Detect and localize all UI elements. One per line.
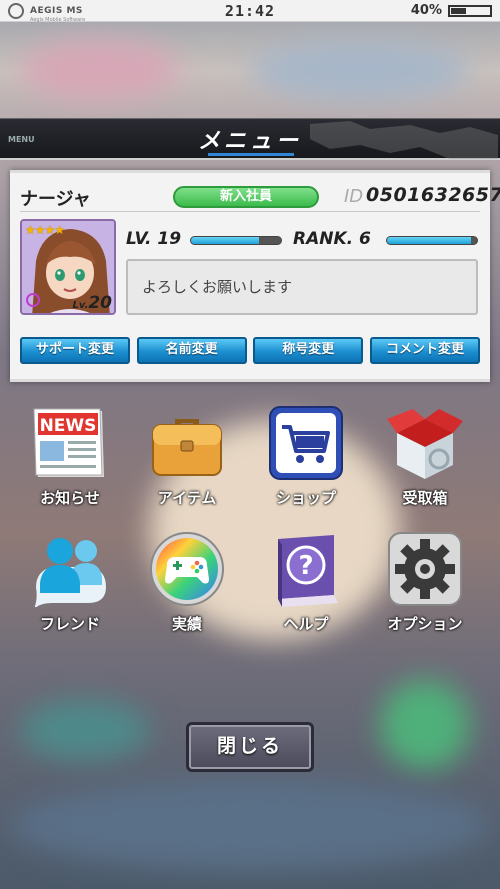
menu-item-label: 実績	[171, 615, 202, 633]
battery-percent: 40%	[410, 3, 442, 18]
level-progress-bar	[190, 236, 282, 245]
profile-buttons: サポート変更 名前変更 称号変更 コメント変更	[20, 337, 480, 364]
background-blur	[10, 780, 490, 870]
menu-header: MENU メニュー	[0, 118, 500, 160]
shopping-cart-icon	[268, 405, 344, 481]
svg-text:?: ?	[298, 551, 313, 581]
menu-item-friends[interactable]: フレンド	[20, 531, 120, 634]
rarity-stars: ★★★★	[25, 223, 65, 237]
change-title-button[interactable]: 称号変更	[253, 337, 364, 364]
avatar-level: Lv.20	[72, 293, 112, 313]
menu-item-shop[interactable]: ショップ	[256, 405, 356, 508]
menu-item-label: アイテム	[157, 489, 217, 507]
close-button[interactable]: 閉じる	[186, 722, 314, 772]
briefcase-icon	[149, 405, 225, 481]
help-book-icon: ?	[268, 531, 344, 607]
status-bar: AEGIS MS Aegis Mobile Software 21:42 40%	[0, 0, 500, 24]
menu-item-news[interactable]: NEWS お知らせ	[20, 405, 120, 508]
menu-item-inbox[interactable]: 受取箱	[375, 405, 475, 508]
gift-box-icon	[387, 405, 463, 481]
background-blur	[380, 680, 470, 770]
divider	[20, 211, 480, 212]
battery-fill	[451, 7, 467, 14]
player-name: ナージャ	[20, 189, 91, 210]
menu-item-label: ヘルプ	[283, 615, 329, 633]
brand-sub: Aegis Mobile Software	[30, 17, 86, 23]
friends-icon	[32, 531, 108, 609]
rank-label: RANK. 6	[293, 229, 371, 249]
avatar[interactable]: ★★★★ Lv.20	[20, 219, 116, 315]
level-progress-fill	[191, 237, 259, 244]
player-id: 0501632657	[366, 184, 500, 206]
page-title: メニュー	[197, 129, 302, 154]
background-blur	[250, 40, 470, 100]
menu-item-items[interactable]: アイテム	[137, 405, 237, 508]
background-blur	[20, 40, 180, 100]
menu-item-options[interactable]: オプション	[375, 531, 475, 634]
background-blur	[20, 700, 150, 760]
comment-box: よろしくお願いします	[126, 259, 478, 315]
svg-text:NEWS: NEWS	[40, 416, 97, 436]
brand: AEGIS MS Aegis Mobile Software	[30, 0, 86, 24]
menu-item-label: お知らせ	[40, 489, 100, 507]
change-support-button[interactable]: サポート変更	[20, 337, 130, 364]
gamepad-icon	[149, 531, 225, 607]
brand-logo-icon	[8, 2, 24, 19]
title-badge: 新入社員	[173, 186, 319, 208]
brand-name: AEGIS MS	[30, 6, 83, 16]
support-target-icon	[26, 293, 40, 307]
battery-icon	[448, 4, 492, 17]
menu-item-label: フレンド	[39, 615, 100, 633]
menu-item-label: オプション	[387, 615, 463, 633]
gear-icon	[387, 531, 463, 607]
change-name-button[interactable]: 名前変更	[136, 337, 247, 364]
profile-panel: ナージャ 新入社員 ID 0501632657 ★★★★ Lv.20 LV. 1…	[10, 170, 500, 382]
rank-progress-bar	[386, 236, 478, 245]
menu-item-achievements[interactable]: 実績	[137, 531, 237, 634]
level-label: LV. 19	[126, 229, 182, 249]
id-label: ID	[344, 186, 364, 207]
change-comment-button[interactable]: コメント変更	[369, 337, 480, 364]
rank-progress-fill	[387, 237, 471, 244]
menu-item-label: 受取箱	[402, 489, 448, 507]
menu-item-label: ショップ	[275, 489, 336, 507]
title-underline	[208, 153, 294, 156]
news-icon: NEWS	[32, 405, 108, 481]
menu-item-help[interactable]: ? ヘルプ	[256, 531, 356, 634]
